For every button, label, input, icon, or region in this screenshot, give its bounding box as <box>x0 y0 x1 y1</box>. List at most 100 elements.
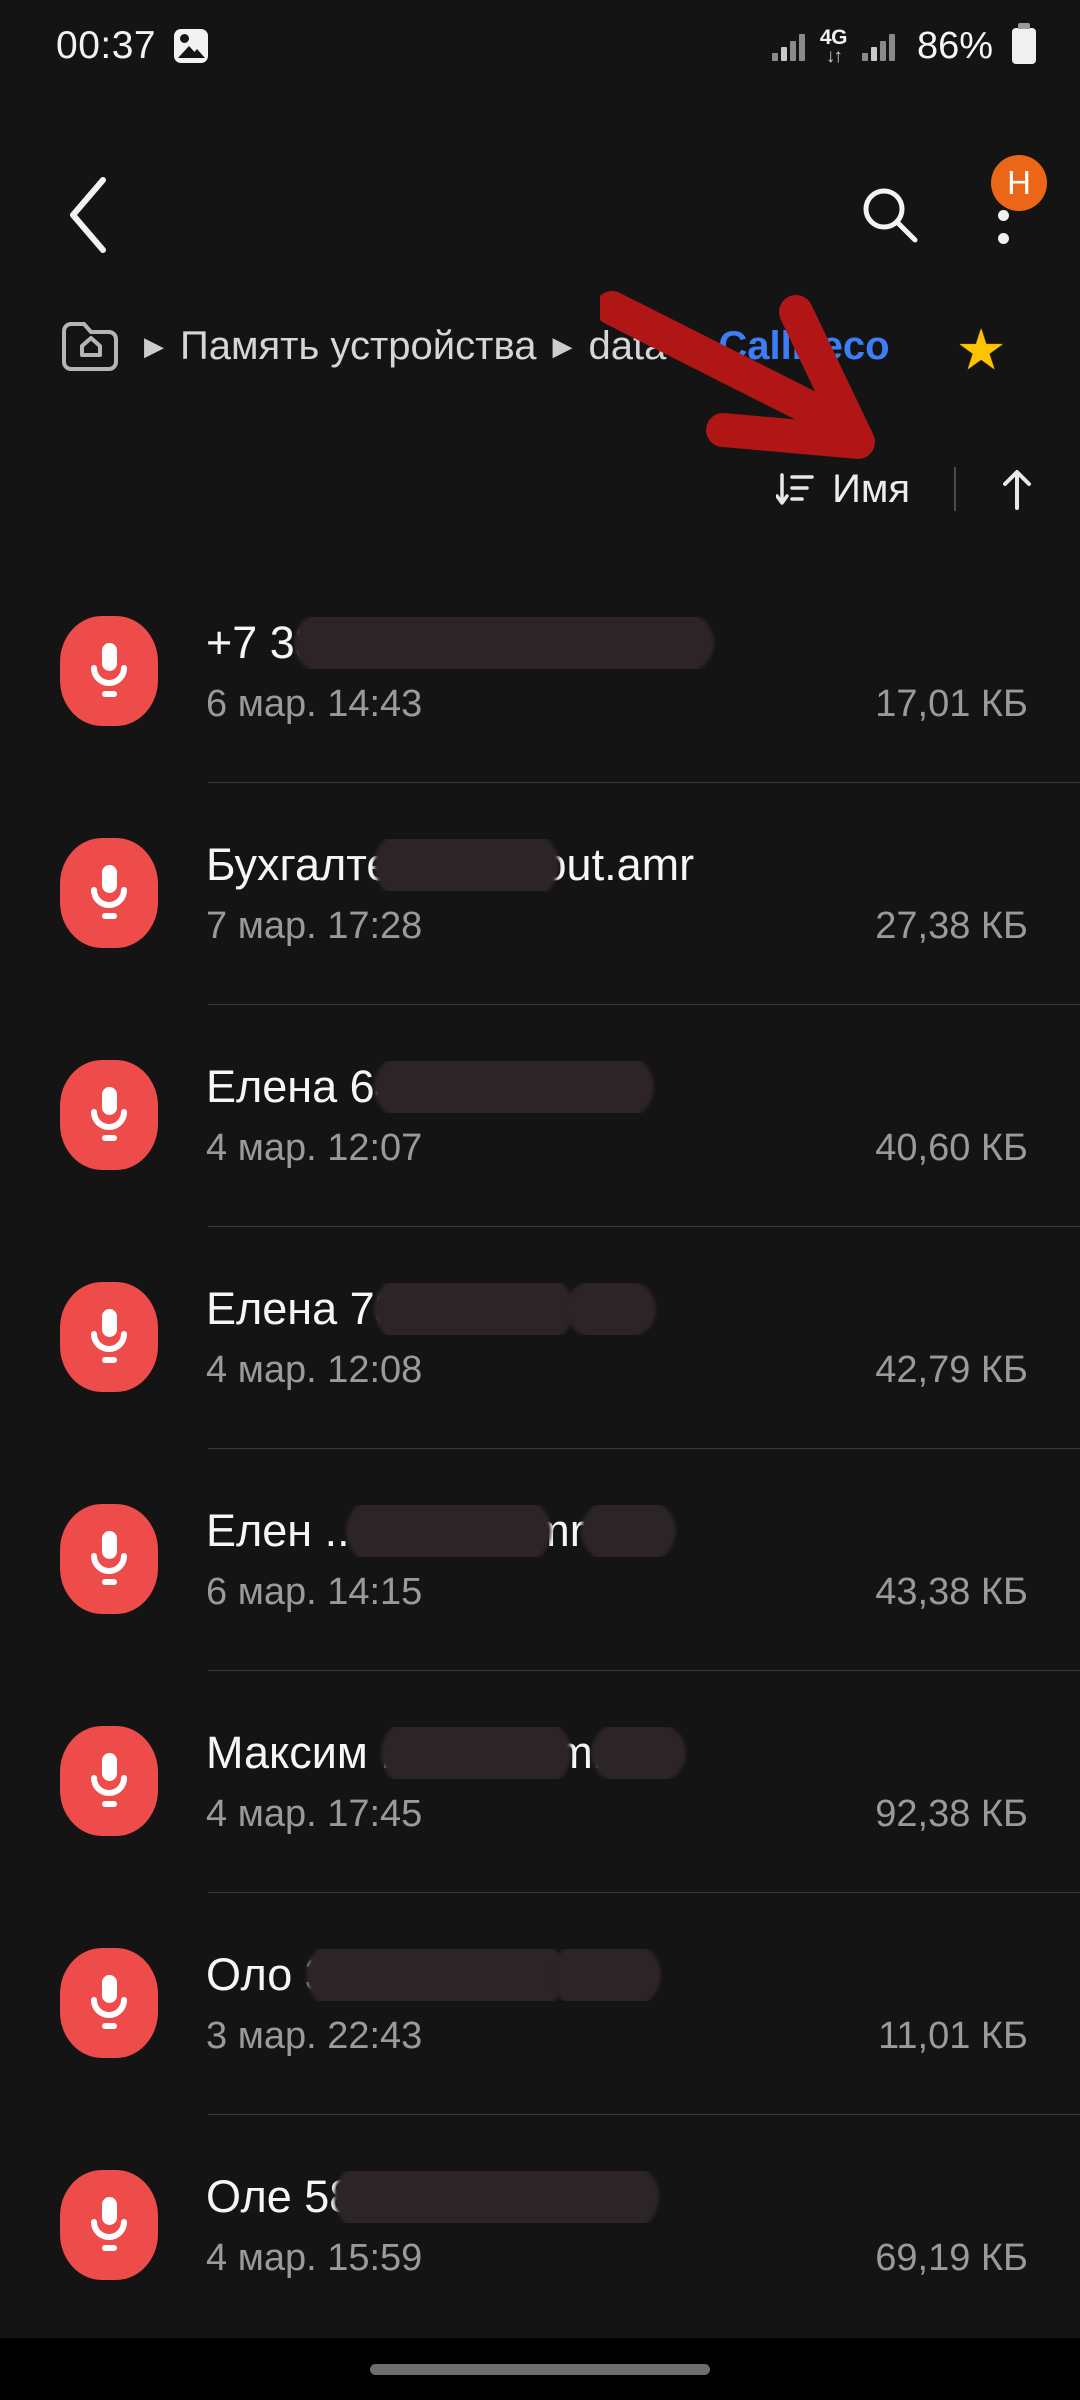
redaction-mask <box>374 1282 574 1335</box>
microphone-icon <box>60 616 158 726</box>
file-name: Бухгалте .2740_out.amr <box>206 838 1028 891</box>
file-size: 42,79 КБ <box>875 1348 1028 1391</box>
microphone-glyph <box>91 865 127 919</box>
redaction-mask <box>374 838 559 891</box>
app-bar: H <box>0 150 1080 459</box>
gesture-handle[interactable] <box>370 2363 710 2375</box>
file-sub: 3 мар. 22:43 11,01 КБ <box>206 2015 1028 2058</box>
breadcrumb[interactable]: ▶ Память устройства ▶ data ▶ CallReco ★ <box>0 300 1080 392</box>
file-date: 3 мар. 22:43 <box>206 2014 423 2057</box>
microphone-icon <box>60 1726 158 1836</box>
breadcrumb-item-device-storage[interactable]: Память устройства <box>180 324 537 369</box>
file-meta: Максим . 5_out.amr 4 мар. 17:45 92,38 КБ <box>206 1726 1028 1836</box>
microphone-glyph <box>91 1753 127 1807</box>
search-icon <box>863 188 918 243</box>
file-name: Елен .. 06_inc.amr <box>206 1504 1028 1557</box>
file-name: Оло 301_inc.amr <box>206 1948 1028 2001</box>
file-row[interactable]: Оло 301_inc.amr 3 мар. 22:43 11,01 КБ <box>0 1892 1080 2114</box>
account-initial: H <box>1007 164 1031 201</box>
file-date: 6 мар. 14:15 <box>206 1570 423 1613</box>
image-icon <box>174 29 209 63</box>
battery-percent-label: 86% <box>916 24 993 67</box>
file-sub: 7 мар. 17:28 27,38 КБ <box>206 905 1028 948</box>
more-vertical-icon-dot <box>997 209 1009 221</box>
file-meta: Елена 643_inc.amr 4 мар. 12:07 40,60 КБ <box>206 1060 1028 1170</box>
file-date: 4 мар. 12:08 <box>206 1348 423 1391</box>
status-bar-right: 4G ↓↑ 86% <box>771 23 1036 68</box>
file-row[interactable]: +7 332_inc.amr 6 мар. 14:43 17,01 КБ <box>0 560 1080 782</box>
breadcrumb-item-data[interactable]: data <box>589 324 667 369</box>
file-row[interactable]: Елена 643_inc.amr 4 мар. 12:07 40,60 КБ <box>0 1004 1080 1226</box>
file-date: 7 мар. 17:28 <box>206 904 423 947</box>
network-type-icon: 4G ↓↑ <box>819 25 848 66</box>
home-folder-icon[interactable] <box>60 319 122 373</box>
redaction-mask <box>294 616 714 669</box>
file-sub: 4 мар. 15:59 69,19 КБ <box>206 2237 1028 2280</box>
file-date: 4 мар. 17:45 <box>206 1792 423 1835</box>
microphone-icon <box>60 838 158 948</box>
file-date: 6 мар. 14:43 <box>206 682 423 725</box>
microphone-icon <box>60 2170 158 2280</box>
file-row[interactable]: Максим . 5_out.amr 4 мар. 17:45 92,38 КБ <box>0 1670 1080 1892</box>
breadcrumb-separator: ▶ <box>552 330 573 361</box>
file-row[interactable]: Бухгалте .2740_out.amr 7 мар. 17:28 27,3… <box>0 782 1080 1004</box>
arrow-up-icon[interactable] <box>1000 467 1034 511</box>
file-sub: 4 мар. 12:08 42,79 КБ <box>206 1349 1028 1392</box>
file-meta: Оле 5803_out.amr 4 мар. 15:59 69,19 КБ <box>206 2170 1028 2280</box>
redaction-mask <box>566 1282 656 1335</box>
file-row[interactable]: Елена 737_inc.amr 4 мар. 12:08 42,79 КБ <box>0 1226 1080 1448</box>
file-name: +7 332_inc.amr <box>206 616 1028 669</box>
microphone-glyph <box>91 1309 127 1363</box>
file-row[interactable]: Оле 5803_out.amr 4 мар. 15:59 69,19 КБ <box>0 2114 1080 2336</box>
sort-control[interactable]: Имя <box>776 467 1034 512</box>
file-size: 43,38 КБ <box>875 1570 1028 1613</box>
file-date: 4 мар. 12:07 <box>206 1126 423 1169</box>
microphone-glyph <box>91 1975 127 2029</box>
redaction-mask <box>374 1060 654 1113</box>
file-size: 92,38 КБ <box>875 1792 1028 1835</box>
status-bar: 00:37 4G ↓↑ 86% <box>0 0 1080 92</box>
redaction-mask <box>381 1726 571 1779</box>
network-type-label: 4G <box>819 25 848 49</box>
file-row[interactable]: Елен .. 06_inc.amr 6 мар. 14:15 43,38 КБ <box>0 1448 1080 1670</box>
redaction-mask <box>334 2170 659 2223</box>
battery-icon <box>1012 23 1036 64</box>
sort-descending-icon <box>776 473 814 505</box>
redaction-mask <box>306 1948 566 2001</box>
redaction-mask <box>591 1726 686 1779</box>
microphone-icon <box>60 1282 158 1392</box>
file-size: 11,01 КБ <box>878 2014 1028 2057</box>
signal-strength-icon-sim1 <box>771 31 805 61</box>
account-avatar[interactable]: H <box>991 155 1047 211</box>
microphone-glyph <box>91 1531 127 1585</box>
microphone-glyph <box>91 2197 127 2251</box>
file-size: 27,38 КБ <box>875 904 1028 947</box>
search-button[interactable] <box>845 170 935 260</box>
status-bar-left: 00:37 <box>56 24 209 68</box>
file-sub: 6 мар. 14:15 43,38 КБ <box>206 1571 1028 1614</box>
more-vertical-icon-dot <box>997 232 1009 244</box>
file-meta: Елена 737_inc.amr 4 мар. 12:08 42,79 КБ <box>206 1282 1028 1392</box>
file-meta: Елен .. 06_inc.amr 6 мар. 14:15 43,38 КБ <box>206 1504 1028 1614</box>
microphone-icon <box>60 1504 158 1614</box>
microphone-icon <box>60 1060 158 1170</box>
back-button[interactable] <box>48 172 134 258</box>
microphone-icon <box>60 1948 158 2058</box>
file-date: 4 мар. 15:59 <box>206 2236 423 2279</box>
redaction-mask <box>581 1504 676 1557</box>
file-meta: Бухгалте .2740_out.amr 7 мар. 17:28 27,3… <box>206 838 1028 948</box>
file-name: Елена 737_inc.amr <box>206 1282 1028 1335</box>
file-size: 69,19 КБ <box>875 2236 1028 2279</box>
file-sub: 6 мар. 14:43 17,01 КБ <box>206 683 1028 726</box>
file-size: 40,60 КБ <box>875 1126 1028 1169</box>
file-list: +7 332_inc.amr 6 мар. 14:43 17,01 КБ <box>0 560 1080 2340</box>
chevron-left-icon <box>70 177 106 253</box>
breadcrumb-item-callrecorder[interactable]: CallReco <box>718 324 889 369</box>
file-meta: +7 332_inc.amr 6 мар. 14:43 17,01 КБ <box>206 616 1028 726</box>
status-clock: 00:37 <box>56 24 157 67</box>
favorite-star-icon[interactable]: ★ <box>956 317 1006 383</box>
file-sub: 4 мар. 12:07 40,60 КБ <box>206 1127 1028 1170</box>
sort-field-label: Имя <box>832 466 910 511</box>
file-name: Максим . 5_out.amr <box>206 1726 1028 1779</box>
file-name: Елена 643_inc.amr <box>206 1060 1028 1113</box>
